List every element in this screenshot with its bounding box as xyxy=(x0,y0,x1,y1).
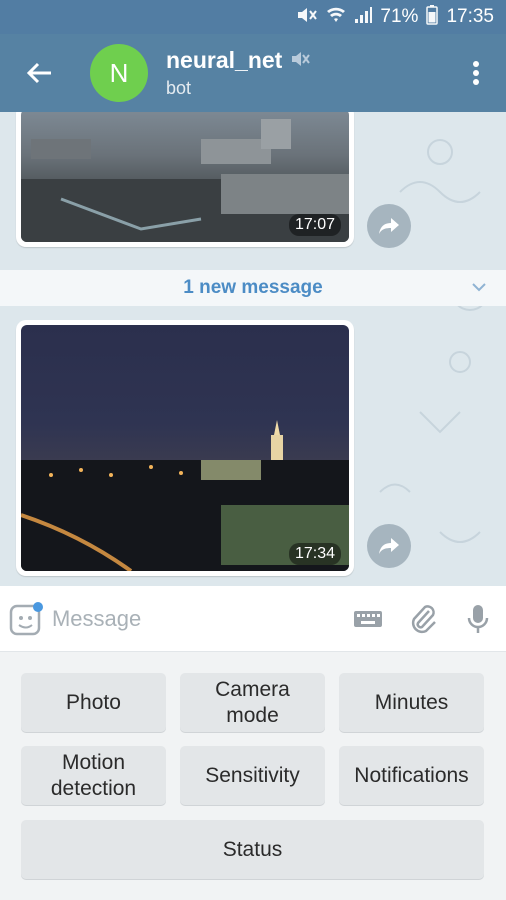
message-time: 17:34 xyxy=(288,543,341,565)
message-time: 17:07 xyxy=(288,214,341,236)
chat-name: neural_net xyxy=(166,47,283,73)
new-messages-label: 1 new message xyxy=(183,277,323,298)
keyboard-button-camera-mode[interactable]: Camera mode xyxy=(180,673,325,732)
keyboard-toggle-button[interactable] xyxy=(340,586,395,652)
share-button[interactable] xyxy=(367,524,411,568)
clock: 17:35 xyxy=(446,6,494,27)
bot-keyboard: Photo Camera mode Minutes Motion detecti… xyxy=(0,652,506,900)
photo-thumbnail[interactable]: 17:34 xyxy=(21,325,349,571)
mute-icon xyxy=(290,47,311,74)
status-bar: 71% 17:35 xyxy=(0,0,506,34)
photo-thumbnail[interactable]: 17:07 xyxy=(21,112,349,242)
mute-status-icon xyxy=(296,6,318,29)
keyboard-button-motion-detection[interactable]: Motion detection xyxy=(21,746,166,805)
new-messages-divider: 1 new message xyxy=(0,270,506,306)
sticker-icon xyxy=(9,601,43,635)
keyboard-icon xyxy=(353,610,382,627)
arrow-left-icon xyxy=(26,62,51,84)
chat-subtitle: bot xyxy=(166,78,192,98)
attach-button[interactable] xyxy=(395,586,450,652)
message-bubble-photo[interactable]: 17:07 xyxy=(16,112,354,247)
share-arrow-icon xyxy=(379,218,399,234)
battery-icon xyxy=(426,4,439,30)
signal-icon xyxy=(354,6,373,29)
share-arrow-icon xyxy=(379,538,399,554)
keyboard-button-sensitivity[interactable]: Sensitivity xyxy=(180,746,325,805)
wifi-icon xyxy=(326,6,346,29)
back-button[interactable] xyxy=(0,34,78,112)
microphone-icon xyxy=(468,604,489,633)
keyboard-button-status[interactable]: Status xyxy=(21,820,484,879)
keyboard-button-photo[interactable]: Photo xyxy=(21,673,166,732)
message-input[interactable] xyxy=(51,598,340,639)
avatar[interactable]: N xyxy=(90,44,148,102)
share-button[interactable] xyxy=(367,204,411,248)
voice-button[interactable] xyxy=(451,586,506,652)
chevron-down-icon[interactable] xyxy=(470,278,488,296)
battery-percent: 71% xyxy=(380,6,419,27)
chat-title: neural_net xyxy=(166,47,446,74)
chat-area[interactable]: 17:07 1 new message 17:34 xyxy=(0,112,506,586)
paperclip-icon xyxy=(411,604,436,633)
sticker-button[interactable] xyxy=(0,586,52,652)
more-button[interactable] xyxy=(446,34,506,112)
more-vert-icon xyxy=(473,61,479,85)
message-bubble-photo[interactable]: 17:34 xyxy=(16,320,354,576)
keyboard-button-notifications[interactable]: Notifications xyxy=(339,746,484,805)
chat-header: N neural_net bot xyxy=(0,34,506,112)
chat-title-block[interactable]: neural_net bot xyxy=(166,47,446,99)
message-composer xyxy=(0,586,506,652)
keyboard-button-minutes[interactable]: Minutes xyxy=(339,673,484,732)
